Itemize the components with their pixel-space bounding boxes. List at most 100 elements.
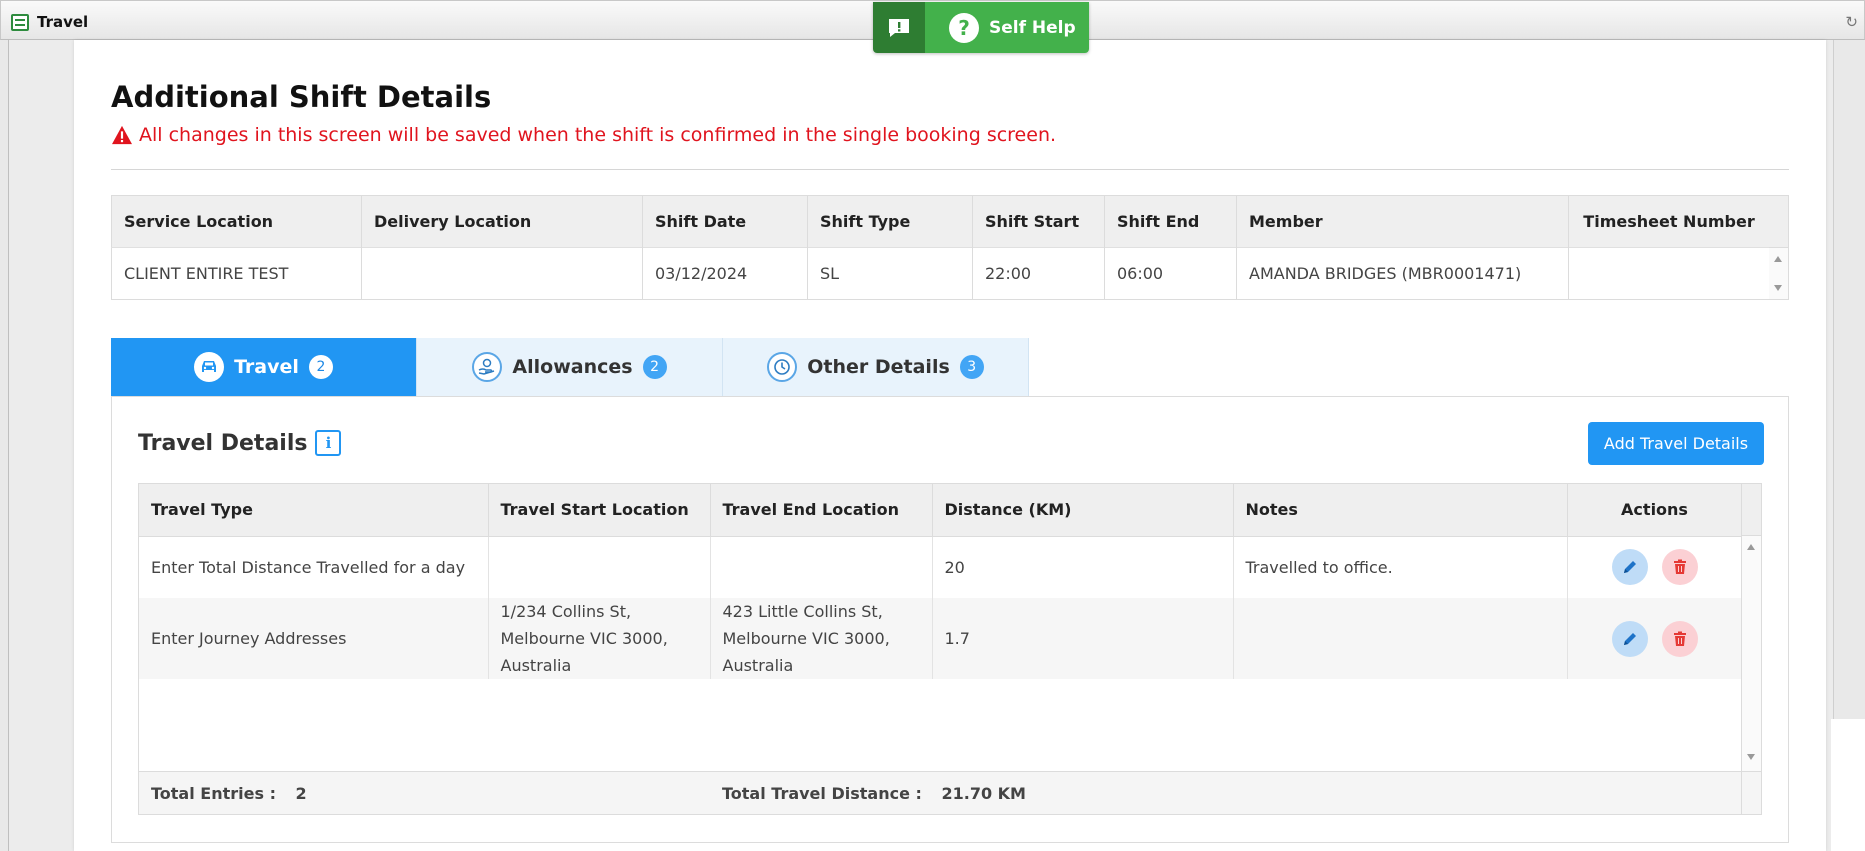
cell-actions — [1567, 598, 1743, 679]
total-travel-distance: Total Travel Distance : 21.70 KM — [722, 784, 1026, 803]
scroll-up-arrow-icon[interactable] — [1774, 256, 1782, 262]
cell-distance: 20 — [932, 536, 1234, 598]
tab-other-details-count: 3 — [959, 355, 984, 379]
table-row: Enter Journey Addresses 1/234 Collins St… — [139, 598, 1743, 679]
travel-details-table: Travel Type Travel Start Location Travel… — [139, 484, 1743, 679]
travel-table-header: Travel Type Travel Start Location Travel… — [139, 484, 1743, 537]
travel-tab-panel: Travel Details i Add Travel Details Trav… — [111, 396, 1789, 843]
info-icon[interactable]: i — [315, 430, 342, 456]
table-row: Enter Total Distance Travelled for a day… — [139, 536, 1743, 598]
pencil-icon — [1623, 561, 1636, 574]
cell-travel-type: Enter Journey Addresses — [139, 598, 489, 679]
footer-scroll-block — [1741, 771, 1761, 814]
window-title: Travel — [37, 13, 89, 31]
scroll-down-arrow-icon[interactable] — [1774, 285, 1782, 291]
header-shift-type: Shift Type — [807, 195, 973, 248]
feedback-chat-icon — [889, 18, 909, 37]
cell-notes: Travelled to office. — [1233, 536, 1568, 598]
cell-travel-start — [488, 536, 711, 598]
clock-icon — [767, 352, 798, 382]
self-help-widget[interactable]: ? Self Help — [873, 2, 1089, 53]
cell-distance: 1.7 — [932, 598, 1234, 679]
travel-table-container: Travel Type Travel Start Location Travel… — [138, 483, 1762, 815]
cell-service-location: CLIENT ENTIRE TEST — [111, 247, 362, 300]
header-shift-end: Shift End — [1104, 195, 1237, 248]
pencil-icon — [1623, 632, 1636, 645]
cell-member: AMANDA BRIDGES (MBR0001471) — [1236, 247, 1569, 300]
cell-travel-end: 423 Little Collins St, Melbourne VIC 300… — [710, 598, 933, 679]
delete-button[interactable] — [1661, 549, 1698, 586]
header-shift-start: Shift Start — [972, 195, 1105, 248]
edit-button[interactable] — [1611, 620, 1648, 657]
cell-travel-type: Enter Total Distance Travelled for a day — [139, 536, 489, 598]
detail-tabs: Travel 2 Allowances 2 Other Details 3 — [111, 338, 1029, 396]
feedback-button[interactable] — [873, 2, 925, 53]
background-strip — [1831, 719, 1865, 851]
shift-table-header: Service Location Delivery Location Shift… — [111, 195, 1770, 248]
allowance-hand-icon — [472, 352, 503, 382]
tab-other-details-label: Other Details — [807, 356, 950, 378]
tab-allowances[interactable]: Allowances 2 — [417, 338, 723, 396]
travel-table-footer: Total Entries : 2 Total Travel Distance … — [139, 771, 1742, 814]
self-help-button[interactable]: ? Self Help — [925, 2, 1089, 53]
warning-text: All changes in this screen will be saved… — [139, 124, 1057, 146]
cell-timesheet-number — [1568, 247, 1770, 300]
cell-shift-date: 03/12/2024 — [642, 247, 808, 300]
cell-actions — [1567, 536, 1743, 598]
header-travel-end-location: Travel End Location — [710, 484, 933, 537]
scrollbar-header-block — [1769, 196, 1788, 248]
window-app-icon — [11, 14, 29, 31]
shift-table-scrollbar[interactable] — [1769, 195, 1789, 300]
car-icon — [194, 352, 225, 382]
cell-shift-start: 22:00 — [972, 247, 1105, 300]
scrollbar-header-block — [1742, 484, 1761, 536]
total-distance-value: 21.70 KM — [941, 784, 1026, 803]
tab-allowances-count: 2 — [642, 355, 667, 379]
total-distance-label: Total Travel Distance : — [722, 784, 922, 803]
section-title: Travel Details i — [138, 430, 342, 456]
header-delivery-location: Delivery Location — [361, 195, 643, 248]
scroll-up-arrow-icon[interactable] — [1747, 544, 1755, 550]
trash-icon — [1673, 631, 1686, 646]
tab-travel[interactable]: Travel 2 — [111, 338, 417, 396]
delete-button[interactable] — [1661, 620, 1698, 657]
cell-shift-end: 06:00 — [1104, 247, 1237, 300]
trash-icon — [1673, 559, 1686, 575]
header-actions: Actions — [1567, 484, 1743, 537]
header-travel-start-location: Travel Start Location — [488, 484, 711, 537]
refresh-icon[interactable]: ↻ — [1845, 13, 1858, 31]
header-member: Member — [1236, 195, 1569, 248]
header-timesheet-number: Timesheet Number — [1568, 195, 1770, 248]
total-entries-label: Total Entries : — [151, 784, 276, 803]
total-entries-value: 2 — [295, 784, 307, 803]
cell-shift-type: SL — [807, 247, 973, 300]
tab-travel-count: 2 — [308, 355, 333, 379]
tab-other-details[interactable]: Other Details 3 — [723, 338, 1029, 396]
travel-details-heading: Travel Details — [138, 430, 308, 456]
warning-message: All changes in this screen will be saved… — [111, 124, 1056, 146]
header-shift-date: Shift Date — [642, 195, 808, 248]
cell-notes — [1233, 598, 1568, 679]
help-question-icon: ? — [949, 12, 979, 43]
page-title: Additional Shift Details — [111, 80, 492, 114]
header-travel-type: Travel Type — [139, 484, 489, 537]
warning-icon — [112, 125, 132, 145]
self-help-label: Self Help — [989, 17, 1076, 38]
divider — [111, 169, 1789, 170]
table-row: CLIENT ENTIRE TEST 03/12/2024 SL 22:00 0… — [111, 247, 1770, 300]
cell-delivery-location — [361, 247, 643, 300]
scroll-down-arrow-icon[interactable] — [1747, 754, 1755, 760]
travel-table-scrollbar[interactable] — [1741, 484, 1761, 771]
header-service-location: Service Location — [111, 195, 362, 248]
main-panel: Additional Shift Details All changes in … — [74, 40, 1826, 851]
tab-allowances-label: Allowances — [512, 356, 633, 378]
total-entries: Total Entries : 2 — [151, 784, 307, 803]
header-distance: Distance (KM) — [932, 484, 1234, 537]
tab-travel-label: Travel — [234, 356, 299, 378]
header-notes: Notes — [1233, 484, 1568, 537]
edit-button[interactable] — [1611, 549, 1648, 586]
cell-travel-start: 1/234 Collins St, Melbourne VIC 3000, Au… — [488, 598, 711, 679]
cell-travel-end — [710, 536, 933, 598]
add-travel-details-button[interactable]: Add Travel Details — [1588, 422, 1764, 465]
shift-details-table: Service Location Delivery Location Shift… — [111, 195, 1770, 300]
